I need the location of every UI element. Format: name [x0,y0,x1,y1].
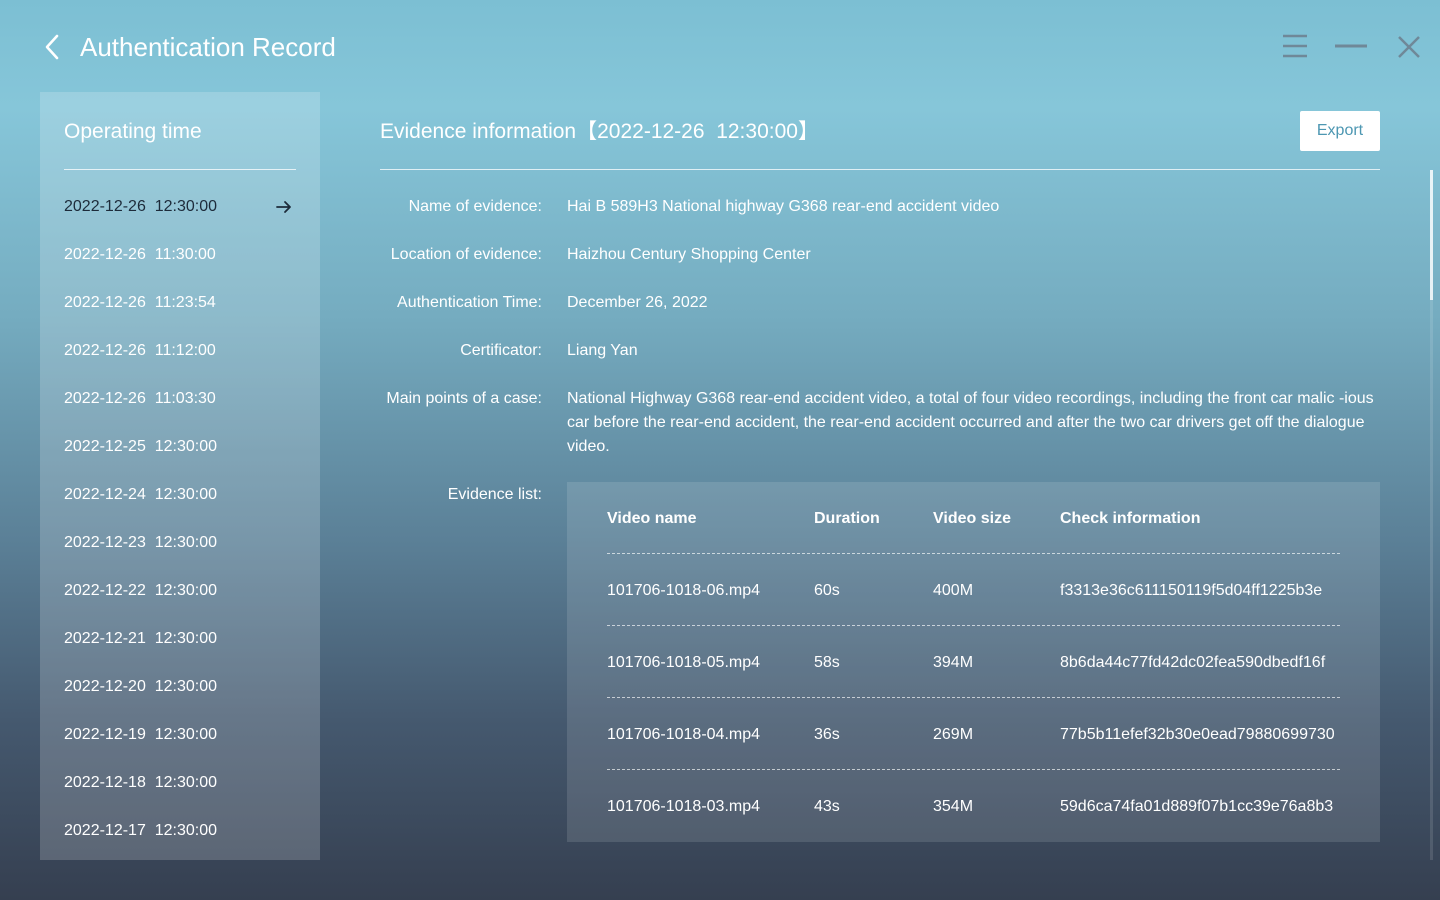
sidebar-time-item[interactable]: 2022-12-26 11:23:54 [40,279,320,327]
sidebar-time-label: 2022-12-24 12:30:00 [64,486,218,503]
sidebar-time-label: 2022-12-26 12:30:00 [64,198,218,215]
certificator-label: Certificator: [460,342,542,359]
sidebar-time-label: 2022-12-26 11:23:54 [64,294,216,311]
sidebar-time-item[interactable]: 2022-12-22 12:30:00 [40,567,320,615]
sidebar-time-item[interactable]: 2022-12-17 12:30:00 [40,807,320,855]
sidebar-time-label: 2022-12-22 12:30:00 [64,582,218,599]
sidebar-time-label: 2022-12-17 12:30:00 [64,822,218,839]
location-of-evidence-value: Haizhou Century Shopping Center [567,246,811,263]
main-points-label: Main points of a case: [386,390,542,407]
title-bar: Authentication Record [0,0,1440,92]
location-of-evidence-label: Location of evidence: [390,246,542,263]
sidebar-title: Operating time [64,120,202,143]
column-header-check-information: Check information [1060,510,1201,527]
name-of-evidence-value: Hai B 589H3 National highway G368 rear-e… [567,198,1000,215]
evidence-list-label: Evidence list: [447,486,542,503]
sidebar-time-label: 2022-12-19 12:30:00 [64,726,218,743]
sidebar-time-item[interactable]: 2022-12-26 11:12:00 [40,327,320,375]
sidebar-divider [64,169,296,170]
sidebar-time-item[interactable]: 2022-12-24 12:30:00 [40,471,320,519]
minimize-button[interactable] [1334,30,1368,64]
table-row[interactable]: 101706-1018-06.mp4 60s 400M f3313e36c611… [567,554,1380,626]
sidebar-time-item[interactable]: 2022-12-19 12:30:00 [40,711,320,759]
certificator-value: Liang Yan [567,342,638,359]
back-button[interactable] [40,33,66,61]
sidebar-time-item[interactable]: 2022-12-20 12:30:00 [40,663,320,711]
check-information-cell: 59d6ca74fa01d889f07b1cc39e76a8b3 [1060,798,1334,815]
name-of-evidence-label: Name of evidence: [408,198,542,215]
sidebar-time-label: 2022-12-26 11:03:30 [64,390,216,407]
video-name-cell: 101706-1018-03.mp4 [607,798,761,815]
table-row[interactable]: 101706-1018-03.mp4 43s 354M 59d6ca74fa01… [567,770,1380,842]
close-icon [1398,36,1420,58]
video-size-cell: 269M [933,726,974,743]
video-size-cell: 354M [933,798,974,815]
arrow-right-icon [276,201,291,213]
section-divider [380,169,1380,170]
operating-time-list: 2022-12-26 12:30:00 2022-12-26 11:30:00 20… [40,183,320,855]
evidence-table: Video name Duration Video size Check inf… [567,482,1380,842]
sidebar-time-item[interactable]: 2022-12-26 12:30:00 [40,183,320,231]
duration-cell: 36s [814,726,840,743]
sidebar-time-item[interactable]: 2022-12-21 12:30:00 [40,615,320,663]
menu-button[interactable] [1278,30,1312,64]
check-information-cell: 77b5b11efef32b30e0ead79880699730 [1060,726,1335,743]
authentication-time-label: Authentication Time: [397,294,542,311]
video-size-cell: 400M [933,582,974,599]
page-title: Authentication Record [80,32,336,62]
check-information-cell: f3313e36c611150119f5d04ff1225b3e [1060,582,1323,599]
sidebar-time-label: 2022-12-20 12:30:00 [64,678,218,695]
evidence-information-panel: Evidence information【2022-12-26 12:30:00… [380,92,1380,860]
duration-cell: 60s [814,582,840,599]
video-name-cell: 101706-1018-05.mp4 [607,654,761,671]
sidebar-time-item[interactable]: 2022-12-25 12:30:00 [40,423,320,471]
chevron-left-icon [45,34,59,60]
video-name-cell: 101706-1018-04.mp4 [607,726,761,743]
main-points-value: National Highway G368 rear-end accident … [567,390,1374,455]
sidebar-time-label: 2022-12-18 12:30:00 [64,774,218,791]
sidebar-time-item[interactable]: 2022-12-26 11:03:30 [40,375,320,423]
sidebar-time-item[interactable]: 2022-12-26 11:30:00 [40,231,320,279]
export-button[interactable]: Export [1300,111,1380,151]
sidebar-time-label: 2022-12-23 12:30:00 [64,534,218,551]
minimize-icon [1335,44,1367,48]
menu-icon [1283,34,1307,58]
sidebar-time-label: 2022-12-25 12:30:00 [64,438,218,455]
column-header-video-name: Video name [607,510,697,527]
scrollbar-thumb[interactable] [1430,170,1433,300]
column-header-duration: Duration [814,510,880,527]
authentication-time-value: December 26, 2022 [567,294,708,311]
column-header-video-size: Video size [933,510,1011,527]
sidebar-time-item[interactable]: 2022-12-18 12:30:00 [40,759,320,807]
video-size-cell: 394M [933,654,974,671]
duration-cell: 43s [814,798,840,815]
duration-cell: 58s [814,654,840,671]
sidebar-time-label: 2022-12-21 12:30:00 [64,630,218,647]
table-row[interactable]: 101706-1018-05.mp4 58s 394M 8b6da44c77fd… [567,626,1380,698]
section-title: Evidence information【2022-12-26 12:30:00… [380,120,819,143]
sidebar-time-label: 2022-12-26 11:12:00 [64,342,216,359]
sidebar-time-item[interactable]: 2022-12-23 12:30:00 [40,519,320,567]
close-button[interactable] [1392,30,1426,64]
check-information-cell: 8b6da44c77fd42dc02fea590dbedf16f [1060,654,1326,671]
table-row[interactable]: 101706-1018-04.mp4 36s 269M 77b5b11efef3… [567,698,1380,770]
operating-time-sidebar: Operating time 2022-12-26 12:30:00 2022-1… [40,92,320,860]
video-name-cell: 101706-1018-06.mp4 [607,582,761,599]
sidebar-time-label: 2022-12-26 11:30:00 [64,246,216,263]
